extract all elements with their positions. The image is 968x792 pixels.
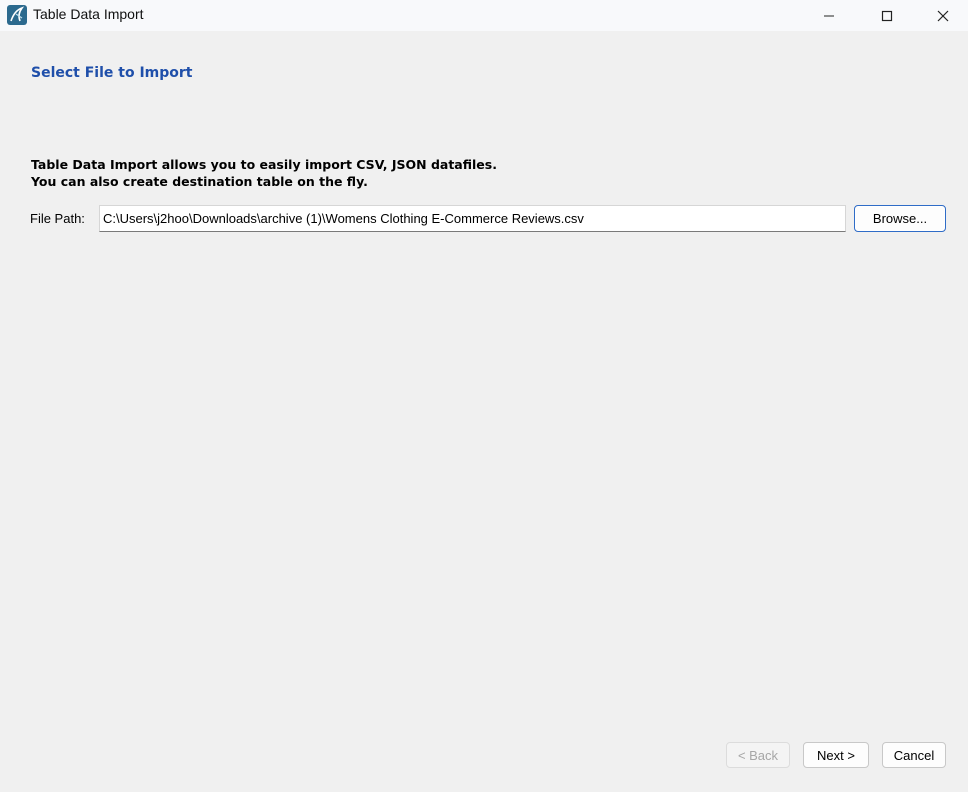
title-bar: Table Data Import: [0, 0, 968, 31]
maximize-button[interactable]: [858, 0, 916, 31]
page-heading: Select File to Import: [31, 65, 193, 81]
back-button[interactable]: < Back: [726, 742, 790, 768]
file-path-label: File Path:: [30, 211, 85, 226]
file-path-input[interactable]: C:\Users\j2hoo\Downloads\archive (1)\Wom…: [99, 205, 846, 232]
close-button[interactable]: [917, 0, 968, 31]
minimize-icon: [824, 15, 834, 16]
description-line-2: You can also create destination table on…: [31, 173, 368, 189]
window-title: Table Data Import: [33, 6, 144, 22]
cancel-button[interactable]: Cancel: [882, 742, 946, 768]
description-line-1: Table Data Import allows you to easily i…: [31, 157, 497, 172]
maximize-icon: [881, 10, 893, 21]
description: Table Data Import allows you to easily i…: [31, 157, 497, 190]
next-button[interactable]: Next >: [803, 742, 869, 768]
mysql-workbench-icon: [7, 5, 27, 25]
browse-button[interactable]: Browse...: [854, 205, 946, 232]
close-icon: [937, 10, 948, 21]
minimize-button[interactable]: [800, 0, 858, 31]
